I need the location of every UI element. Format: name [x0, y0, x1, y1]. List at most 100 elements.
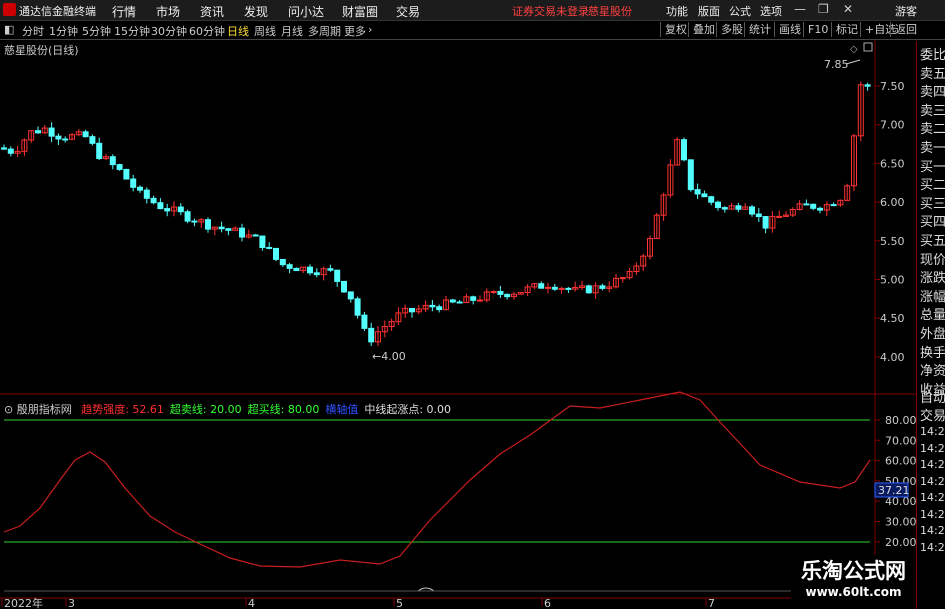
candle-body [810, 203, 817, 209]
period-intraday[interactable]: 分时 [22, 23, 44, 39]
candle-body [259, 235, 266, 248]
candle-body [313, 272, 320, 276]
period-60min[interactable]: 60分钟 [189, 23, 225, 39]
diamond-icon[interactable]: ◇ [850, 44, 858, 55]
candle-body [409, 307, 415, 313]
candle-body [137, 186, 143, 191]
candle-body [150, 197, 157, 204]
y-tick-label: 7.00 [880, 119, 905, 132]
y-tick-label: 6.50 [880, 157, 905, 170]
panel-mode-label[interactable]: 自动 [920, 387, 945, 406]
candle-body [279, 258, 286, 266]
menu-layout[interactable]: 版面 [698, 3, 720, 19]
candle-body [558, 287, 565, 290]
candle-body [477, 299, 483, 302]
menu-ask[interactable]: 问小达 [288, 3, 324, 20]
quote-field-label: 涨跌 [920, 271, 945, 287]
chevron-right-icon[interactable]: › [368, 23, 372, 36]
indicator-name[interactable]: 殷朋指标网 [17, 403, 72, 416]
candle-body [177, 206, 184, 213]
menu-discover[interactable]: 发现 [244, 3, 268, 20]
login-warning[interactable]: 证券交易未登录 [512, 3, 589, 19]
menu-news[interactable]: 资讯 [200, 3, 224, 20]
x-tick-label: 6 [544, 597, 551, 609]
period-daily[interactable]: 日线 [227, 23, 249, 39]
settings-icon[interactable]: ⊙ [4, 403, 13, 416]
quote-field-label: 卖一 [920, 141, 945, 156]
candle-body [48, 127, 55, 137]
y-tick-label: 80.00 [885, 414, 916, 427]
candle-body [619, 277, 626, 280]
candle-body [89, 136, 96, 144]
period-multi[interactable]: 多周期 [308, 23, 341, 39]
candle-body [1, 147, 7, 150]
period-30min[interactable]: 30分钟 [151, 23, 187, 39]
btn-back[interactable]: 返回 [890, 22, 921, 37]
candle-body [830, 204, 837, 207]
menu-wealth[interactable]: 财富圈 [342, 3, 378, 20]
period-1min[interactable]: 1分钟 [49, 23, 78, 39]
period-weekly[interactable]: 周线 [254, 23, 276, 39]
btn-adjust[interactable]: 复权 [660, 22, 691, 37]
chart-area[interactable]: 7.50 7.00 6.50 6.00 5.50 5.00 4.50 4.00 80.00 70… [0, 40, 916, 609]
candle-body [266, 246, 273, 249]
minimize-icon[interactable]: — [794, 2, 806, 16]
candle-body [361, 314, 368, 329]
btn-f10[interactable]: F10 [803, 22, 832, 37]
candle-body [776, 215, 783, 218]
menu-function[interactable]: 功能 [666, 3, 688, 19]
candle-body [347, 291, 354, 300]
watermark-title: 乐淘公式网 [801, 559, 906, 583]
btn-stats[interactable]: 统计 [744, 22, 775, 37]
candle-body [694, 189, 701, 195]
candle-body [286, 264, 293, 269]
candle-body [62, 138, 69, 141]
menu-market[interactable]: 市场 [156, 3, 180, 20]
panel-mode-label[interactable]: 交易 [920, 405, 945, 424]
candle-body [354, 298, 361, 316]
menu-options[interactable]: 选项 [760, 3, 782, 19]
y-tick-label: 4.00 [880, 351, 905, 364]
restore-icon[interactable]: ❐ [818, 2, 829, 16]
candle-body [341, 280, 347, 293]
x-tick-label: 7 [708, 597, 715, 609]
candle-body [164, 208, 171, 212]
candle-body [545, 286, 551, 289]
period-15min[interactable]: 15分钟 [114, 23, 150, 39]
quote-field-label: 卖四 [920, 85, 945, 101]
menu-quotes[interactable]: 行情 [112, 3, 136, 20]
period-more[interactable]: 更多 [344, 23, 366, 39]
quote-field-label: 买二 [920, 178, 945, 194]
indicator-field: 横轴值 [325, 403, 359, 416]
btn-draw[interactable]: 画线 [774, 22, 805, 37]
guest-label[interactable]: 游客 [895, 3, 917, 19]
btn-overlay[interactable]: 叠加 [688, 22, 719, 37]
candle-body [470, 296, 477, 301]
period-5min[interactable]: 5分钟 [82, 23, 111, 39]
candle-body [205, 219, 211, 230]
candle-body [565, 287, 572, 290]
candle-body [307, 266, 313, 274]
btn-multi-stock[interactable]: 多股 [716, 22, 747, 37]
candle-body [490, 290, 497, 293]
period-monthly[interactable]: 月线 [281, 23, 303, 39]
close-icon[interactable]: ✕ [843, 2, 853, 16]
y-tick-label: 70.00 [885, 434, 916, 447]
sidebar-toggle-icon[interactable]: ◧ [4, 23, 14, 36]
candle-body [109, 156, 116, 166]
menu-trade[interactable]: 交易 [396, 3, 420, 20]
x-tick-label: 3 [68, 597, 75, 609]
quote-field-label: 卖三 [920, 103, 945, 119]
btn-mark[interactable]: 标记 [831, 22, 862, 37]
candle-body [497, 290, 504, 295]
candle-body [456, 301, 463, 304]
y-tick-label: 20.00 [885, 536, 916, 549]
quote-field-label: 净资 [920, 364, 945, 380]
quote-field-label: 买三 [920, 196, 945, 212]
maximize-icon[interactable] [863, 42, 873, 52]
quote-field-label: 现价 [920, 252, 945, 268]
menu-bar: 通达信金融终端 行情 市场 资讯 发现 问小达 财富圈 交易 证券交易未登录 慈… [0, 0, 945, 21]
candle-body [82, 131, 89, 138]
quote-side-panel: 委比 卖五 卖四 卖三 卖二 卖一 买一 买二 买三 买四 买五 现价 涨跌 涨幅 总量 外盘 换手 净资 收益 自动… [916, 41, 945, 609]
menu-formula[interactable]: 公式 [729, 3, 751, 19]
